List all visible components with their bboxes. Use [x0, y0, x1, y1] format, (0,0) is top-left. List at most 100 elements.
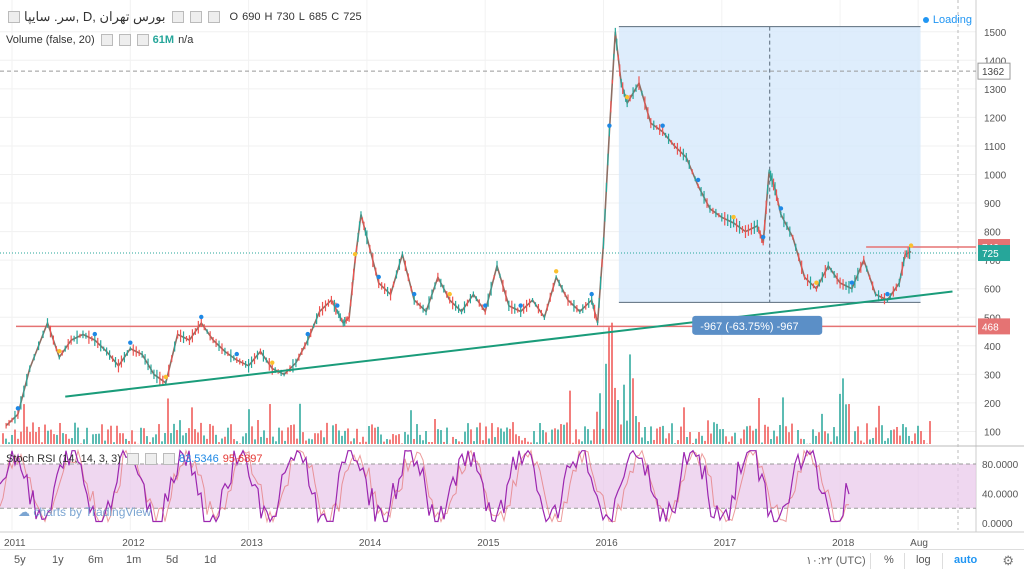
volume-bar	[635, 416, 637, 444]
volume-bar	[44, 425, 46, 444]
volume-bar	[767, 427, 769, 444]
volume-bar	[902, 424, 904, 444]
volume-bar	[287, 427, 289, 444]
volume-bar	[770, 439, 772, 444]
volume-bar	[755, 429, 757, 444]
volume-settings-icon[interactable]	[101, 34, 113, 46]
volume-bar	[776, 436, 778, 444]
volume-bar	[860, 441, 862, 444]
volume-bar	[203, 435, 205, 444]
volume-bar	[404, 432, 406, 444]
volume-bar	[368, 426, 370, 444]
hide-icon[interactable]	[190, 11, 202, 23]
log-scale-button[interactable]: log	[916, 554, 931, 566]
toolbar-divider	[904, 553, 905, 569]
x-tick-label: 2014	[359, 538, 382, 549]
signal-dot	[483, 303, 487, 307]
volume-bar	[584, 426, 586, 444]
volume-bar	[752, 431, 754, 444]
stoch-k-value: 83.5346	[179, 453, 219, 465]
x-tick-label: 2015	[477, 538, 500, 549]
volume-bar	[128, 441, 130, 444]
signal-dot	[353, 252, 357, 256]
auto-scale-button[interactable]: auto	[954, 554, 977, 566]
volume-bar	[413, 439, 415, 444]
volume-bar	[665, 438, 667, 444]
volume-bar	[293, 424, 295, 444]
range-1m-button[interactable]: 1m	[126, 554, 141, 566]
signal-dot	[93, 332, 97, 336]
volume-bar	[284, 441, 286, 444]
volume-bar	[53, 434, 55, 444]
signal-dot	[306, 332, 310, 336]
collapse-icon[interactable]	[8, 11, 20, 23]
signal-dot	[779, 206, 783, 210]
stoch-settings-icon[interactable]	[127, 453, 139, 465]
volume-bar	[35, 432, 37, 444]
y-tick-label: 400	[984, 342, 1001, 353]
volume-bar	[830, 442, 832, 444]
volume-bar	[2, 433, 4, 444]
volume-bar	[854, 431, 856, 444]
volume-bar	[683, 407, 685, 444]
tradingview-watermark: ☁ charts by TradingView	[18, 505, 151, 519]
volume-bar	[218, 442, 220, 444]
volume-bar	[803, 439, 805, 444]
chart-canvas[interactable]: 1002003004005006007008009001000110012001…	[0, 0, 1024, 572]
volume-bar	[707, 420, 709, 444]
volume-bar	[380, 435, 382, 444]
volume-bar	[929, 421, 931, 444]
volume-bar	[455, 439, 457, 444]
range-5d-button[interactable]: 5d	[166, 554, 178, 566]
clock-time[interactable]: ۱۰:۲۲ (UTC)	[806, 554, 866, 567]
volume-bar	[170, 433, 172, 444]
volume-bar	[710, 434, 712, 444]
remove-icon[interactable]	[208, 11, 220, 23]
volume-bar	[677, 440, 679, 444]
volume-bar	[479, 423, 481, 444]
signal-dot	[164, 375, 168, 379]
x-tick-label: 2016	[596, 538, 619, 549]
price-label-text: 468	[982, 322, 999, 333]
volume-bar	[197, 432, 199, 444]
percent-scale-button[interactable]: %	[884, 554, 894, 566]
volume-bar	[890, 430, 892, 444]
settings-icon[interactable]	[172, 11, 184, 23]
volume-remove-icon[interactable]	[137, 34, 149, 46]
volume-bar	[275, 441, 277, 444]
volume-bar	[869, 439, 871, 444]
volume-bar	[335, 424, 337, 444]
volume-bar	[575, 429, 577, 444]
volume-bar	[818, 432, 820, 444]
volume-hide-icon[interactable]	[119, 34, 131, 46]
volume-bar	[224, 437, 226, 444]
signal-dot	[850, 281, 854, 285]
volume-bar	[500, 429, 502, 444]
volume-bar	[38, 427, 40, 444]
volume-bar	[497, 427, 499, 444]
volume-bar	[653, 440, 655, 444]
range-1d-button[interactable]: 1d	[204, 554, 216, 566]
stoch-remove-icon[interactable]	[163, 453, 175, 465]
x-tick-label: 2018	[832, 538, 855, 549]
volume-bar	[149, 442, 151, 444]
range-6m-button[interactable]: 6m	[88, 554, 103, 566]
signal-dot	[625, 95, 629, 99]
volume-bar	[212, 426, 214, 444]
y-tick-label: 1500	[984, 28, 1007, 39]
volume-bar	[773, 431, 775, 444]
volume-bar	[545, 432, 547, 444]
volume-bar	[32, 422, 34, 444]
volume-bar	[917, 426, 919, 444]
gear-icon[interactable]: ⚙	[1002, 553, 1014, 569]
x-tick-label: 2011	[4, 538, 26, 549]
volume-bar	[701, 436, 703, 444]
volume-bar	[656, 429, 658, 444]
volume-bar	[899, 436, 901, 444]
volume-bar	[320, 430, 322, 444]
stoch-hide-icon[interactable]	[145, 453, 157, 465]
range-5y-button[interactable]: 5y	[14, 554, 26, 566]
volume-bar	[536, 442, 538, 444]
volume-bar	[440, 430, 442, 444]
range-1y-button[interactable]: 1y	[52, 554, 64, 566]
